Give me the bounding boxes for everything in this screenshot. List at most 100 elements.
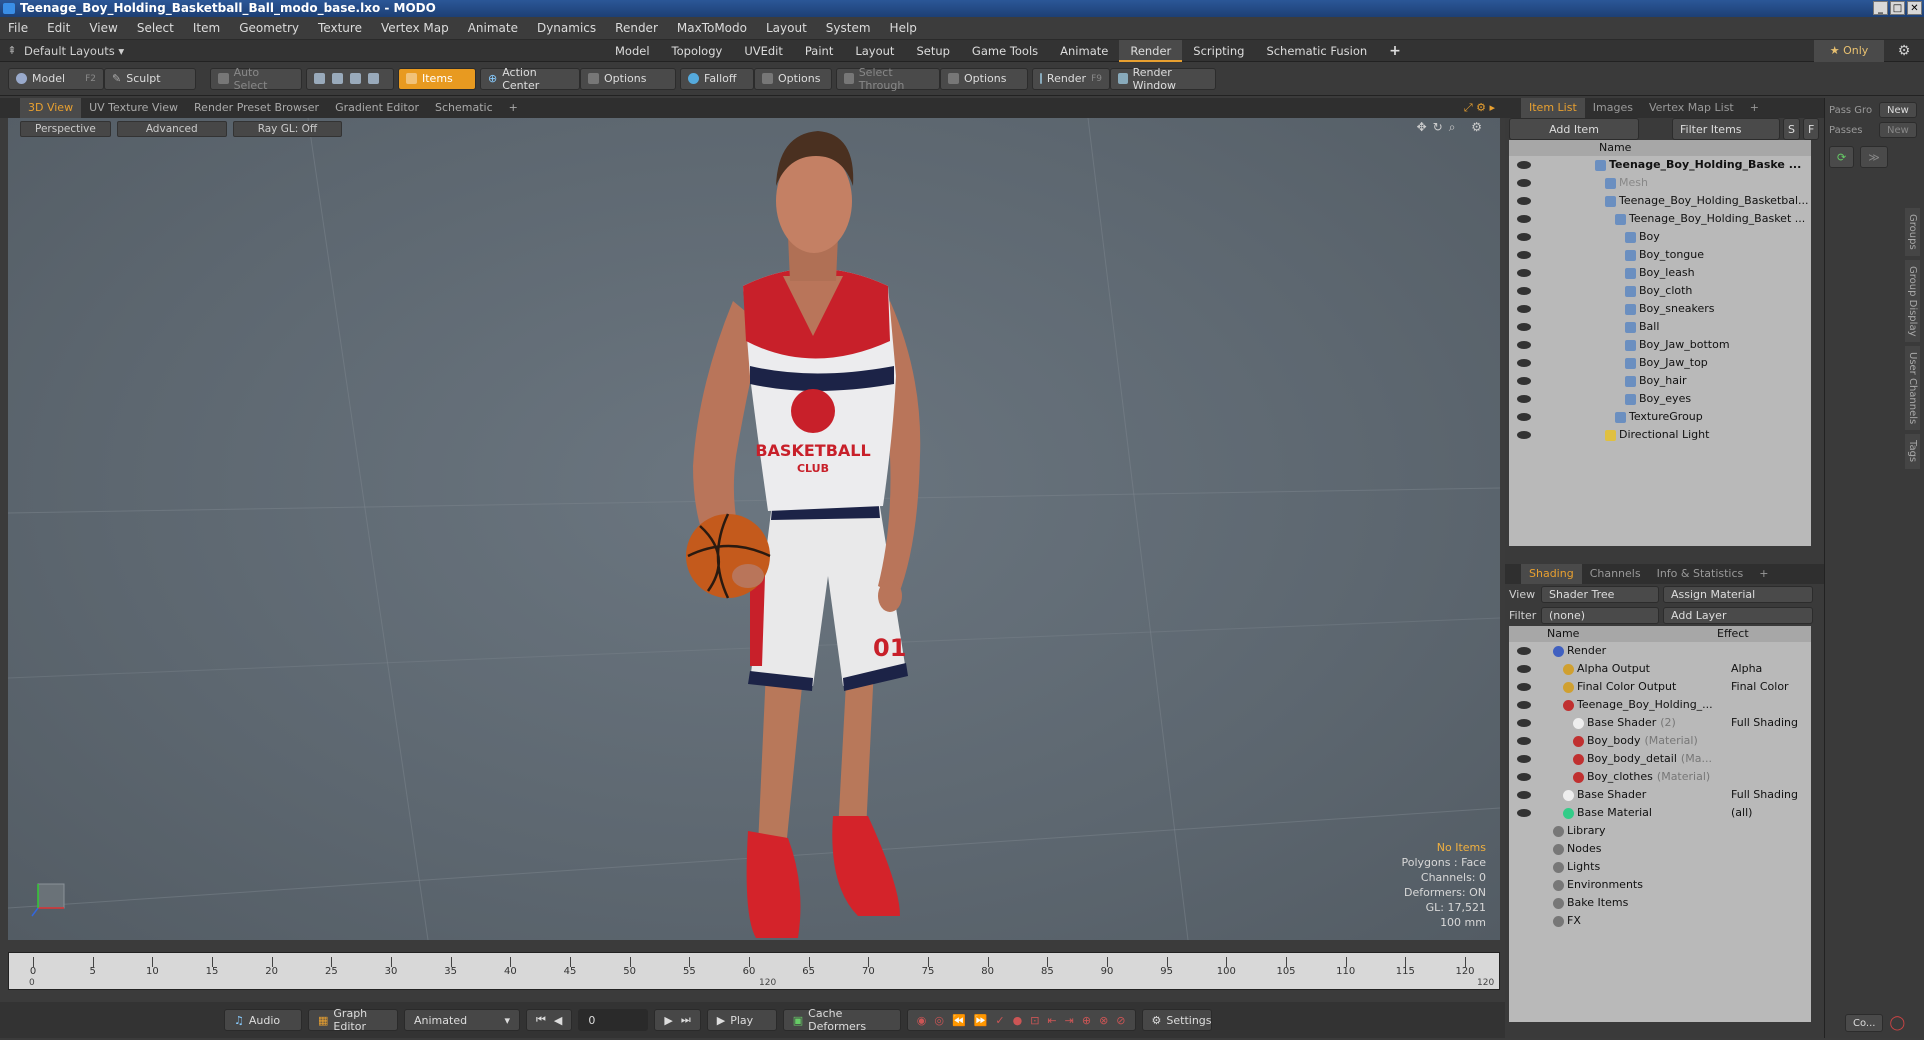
add-viewport-tab-button[interactable]: + bbox=[501, 98, 526, 118]
vertices-icon[interactable] bbox=[314, 73, 325, 84]
tab-animate[interactable]: Animate bbox=[1049, 40, 1119, 62]
shader-tree-row[interactable]: Base Material (all) bbox=[1509, 804, 1811, 822]
falloff-button[interactable]: Falloff bbox=[680, 67, 754, 90]
graph-editor-button[interactable]: ▦ Graph Editor bbox=[308, 1007, 398, 1033]
tab-info-statistics[interactable]: Info & Statistics bbox=[1649, 564, 1752, 584]
eye-icon[interactable] bbox=[1517, 683, 1531, 691]
item-list-row[interactable]: Boy bbox=[1509, 228, 1811, 246]
current-frame-field[interactable]: 0 bbox=[578, 1009, 649, 1031]
tab-scripting[interactable]: Scripting bbox=[1182, 40, 1255, 62]
key-delete-icon[interactable]: ⊘ bbox=[1116, 1014, 1125, 1027]
render-button[interactable]: Render F9 bbox=[1032, 67, 1110, 90]
eye-icon[interactable] bbox=[1517, 251, 1531, 259]
timeline[interactable]: 0 5 10 15 20 25 30 35 40 45 50 55 60 65 70 75 80 85 90 95 10… bbox=[8, 952, 1500, 990]
3d-viewport[interactable]: Perspective Advanced Ray GL: Off ✥↻⌕ ⚙ 0… bbox=[8, 118, 1500, 940]
eye-icon[interactable] bbox=[1517, 305, 1531, 313]
eye-icon[interactable] bbox=[1517, 647, 1531, 655]
item-list-row[interactable]: Ball bbox=[1509, 318, 1811, 336]
shader-tree-row[interactable]: Nodes bbox=[1509, 840, 1811, 858]
eye-icon[interactable] bbox=[1517, 773, 1531, 781]
shader-tree-row[interactable]: Boy_body (Material) bbox=[1509, 732, 1811, 750]
menu-animate[interactable]: Animate bbox=[468, 21, 518, 35]
go-to-start-icon[interactable]: ⏮ bbox=[536, 1013, 546, 1027]
step-forward-icon[interactable]: ▶ bbox=[664, 1014, 672, 1027]
eye-icon[interactable] bbox=[1517, 665, 1531, 673]
menu-select[interactable]: Select bbox=[137, 21, 174, 35]
item-list-row[interactable]: Boy_Jaw_top bbox=[1509, 354, 1811, 372]
model-mode-button[interactable]: Model F2 bbox=[8, 67, 104, 90]
maximize-icon[interactable]: □ bbox=[1890, 1, 1905, 15]
eye-icon[interactable] bbox=[1517, 791, 1531, 799]
side-tab-user-channels[interactable]: User Channels bbox=[1905, 346, 1920, 431]
shader-tree-row[interactable]: Final Color Output Final Color bbox=[1509, 678, 1811, 696]
eye-icon[interactable] bbox=[1517, 359, 1531, 367]
settings-button[interactable]: ⚙ Settings bbox=[1141, 1009, 1212, 1031]
minimize-icon[interactable]: _ bbox=[1873, 1, 1888, 15]
action-center-options-button[interactable]: Options bbox=[580, 67, 676, 90]
item-list-row[interactable]: Directional Light bbox=[1509, 426, 1811, 444]
eye-icon[interactable] bbox=[1517, 755, 1531, 763]
item-list-row[interactable]: Boy_leash bbox=[1509, 264, 1811, 282]
filter-items-field[interactable]: Filter Items bbox=[1672, 118, 1780, 140]
tab-layout[interactable]: Layout bbox=[844, 40, 905, 62]
tab-paint[interactable]: Paint bbox=[794, 40, 844, 62]
add-layout-tab-button[interactable]: + bbox=[1378, 40, 1412, 62]
gear-icon[interactable]: ⚙ bbox=[1884, 43, 1924, 59]
key-paste-icon[interactable]: ⊗ bbox=[1099, 1014, 1108, 1027]
shader-tree-row[interactable]: Bake Items bbox=[1509, 894, 1811, 912]
step-back-icon[interactable]: ◀ bbox=[554, 1014, 562, 1027]
s-toggle[interactable]: S bbox=[1783, 118, 1800, 140]
tab-game-tools[interactable]: Game Tools bbox=[961, 40, 1049, 62]
shader-effect[interactable]: Full Shading bbox=[1731, 714, 1811, 732]
assign-material-button[interactable]: Assign Material bbox=[1663, 586, 1813, 603]
forward-icon[interactable]: ≫ bbox=[1860, 146, 1888, 168]
item-list-row[interactable]: Teenage_Boy_Holding_Basketbal... bbox=[1509, 192, 1811, 210]
key-copy-icon[interactable]: ⊕ bbox=[1082, 1014, 1091, 1027]
eye-icon[interactable] bbox=[1517, 161, 1531, 169]
tab-render-preset-browser[interactable]: Render Preset Browser bbox=[186, 98, 327, 118]
eye-icon[interactable] bbox=[1517, 341, 1531, 349]
prev-key-icon[interactable]: ⏪ bbox=[952, 1014, 966, 1027]
polygons-icon[interactable] bbox=[350, 73, 361, 84]
new-pass-button[interactable]: New bbox=[1879, 122, 1917, 138]
shader-tree-row[interactable]: FX bbox=[1509, 912, 1811, 930]
advanced-dropdown[interactable]: Advanced bbox=[116, 121, 227, 137]
eye-icon[interactable] bbox=[1517, 737, 1531, 745]
shader-tree-row[interactable]: Lights bbox=[1509, 858, 1811, 876]
item-list-row[interactable]: TextureGroup bbox=[1509, 408, 1811, 426]
eye-icon[interactable] bbox=[1517, 377, 1531, 385]
side-tab-tags[interactable]: Tags bbox=[1905, 434, 1920, 469]
item-list-row[interactable]: Boy_tongue bbox=[1509, 246, 1811, 264]
perspective-dropdown[interactable]: Perspective bbox=[20, 121, 111, 137]
menu-help[interactable]: Help bbox=[890, 21, 917, 35]
menu-vertex-map[interactable]: Vertex Map bbox=[381, 21, 449, 35]
only-toggle[interactable]: ★ Only bbox=[1814, 39, 1884, 62]
tab-channels[interactable]: Channels bbox=[1582, 564, 1649, 584]
tab-shading[interactable]: Shading bbox=[1521, 564, 1582, 584]
tab-gradient-editor[interactable]: Gradient Editor bbox=[327, 98, 427, 118]
raygl-dropdown[interactable]: Ray GL: Off bbox=[232, 121, 343, 137]
tab-uv-texture-view[interactable]: UV Texture View bbox=[81, 98, 186, 118]
add-item-dropdown[interactable]: Add Item bbox=[1509, 118, 1639, 140]
cache-deformers-button[interactable]: ▣ Cache Deformers bbox=[782, 1007, 901, 1033]
first-key-icon[interactable]: ⇤ bbox=[1047, 1014, 1056, 1027]
key-icon[interactable]: ✓ bbox=[995, 1014, 1004, 1027]
shader-tree-row[interactable]: Library bbox=[1509, 822, 1811, 840]
shader-tree-row[interactable]: Boy_body_detail (Ma... bbox=[1509, 750, 1811, 768]
add-shading-tab-button[interactable]: + bbox=[1751, 564, 1776, 584]
menu-maxtomodo[interactable]: MaxToModo bbox=[677, 21, 747, 35]
menu-texture[interactable]: Texture bbox=[318, 21, 362, 35]
record-icon[interactable]: ◯ bbox=[1889, 1015, 1905, 1031]
eye-icon[interactable] bbox=[1517, 197, 1531, 205]
shader-effect[interactable]: Final Color bbox=[1731, 678, 1811, 696]
record-icon[interactable]: ● bbox=[1013, 1014, 1023, 1027]
tab-model[interactable]: Model bbox=[604, 40, 661, 62]
close-icon[interactable]: ✕ bbox=[1907, 1, 1922, 15]
shader-tree-row[interactable]: Base Shader Full Shading bbox=[1509, 786, 1811, 804]
shader-tree-row[interactable]: Alpha Output Alpha bbox=[1509, 660, 1811, 678]
menu-edit[interactable]: Edit bbox=[47, 21, 70, 35]
default-layouts-dropdown[interactable]: Default Layouts ▾ bbox=[24, 44, 604, 58]
menu-view[interactable]: View bbox=[89, 21, 117, 35]
refresh-icon[interactable]: ⟳ bbox=[1829, 146, 1855, 168]
edges-icon[interactable] bbox=[332, 73, 343, 84]
